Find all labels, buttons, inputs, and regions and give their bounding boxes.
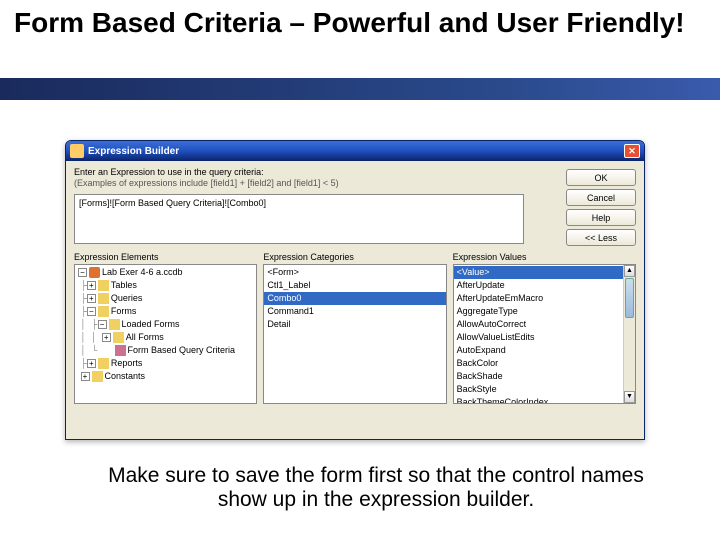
elements-label: Expression Elements bbox=[74, 252, 257, 262]
list-item[interactable]: <Form> bbox=[264, 266, 445, 279]
list-item[interactable]: BackShade bbox=[454, 370, 635, 383]
categories-label: Expression Categories bbox=[263, 252, 446, 262]
list-item[interactable]: AggregateType bbox=[454, 305, 635, 318]
help-button[interactable]: Help bbox=[566, 209, 636, 226]
list-item[interactable]: AllowAutoCorrect bbox=[454, 318, 635, 331]
values-label: Expression Values bbox=[453, 252, 636, 262]
categories-list[interactable]: <Form> Ctl1_Label Combo0 Command1 Detail bbox=[263, 264, 446, 404]
tree-queries[interactable]: ├+Queries bbox=[75, 292, 256, 305]
tree-tables[interactable]: ├+Tables bbox=[75, 279, 256, 292]
title-underline bbox=[0, 78, 720, 100]
values-scrollbar[interactable]: ▲ ▼ bbox=[623, 265, 635, 403]
tree-current-form[interactable]: │ └ Form Based Query Criteria bbox=[75, 344, 256, 357]
title-band: Form Based Criteria – Powerful and User … bbox=[0, 0, 720, 100]
tree-reports[interactable]: ├+Reports bbox=[75, 357, 256, 370]
list-item[interactable]: AllowValueListEdits bbox=[454, 331, 635, 344]
list-item[interactable]: Ctl1_Label bbox=[264, 279, 445, 292]
list-item[interactable]: AutoExpand bbox=[454, 344, 635, 357]
ok-button[interactable]: OK bbox=[566, 169, 636, 186]
cancel-button[interactable]: Cancel bbox=[566, 189, 636, 206]
list-item[interactable]: Command1 bbox=[264, 305, 445, 318]
less-button[interactable]: << Less bbox=[566, 229, 636, 246]
scrollbar-thumb[interactable] bbox=[625, 278, 634, 318]
list-item[interactable]: BackThemeColorIndex bbox=[454, 396, 635, 404]
example-text: (Examples of expressions include [field1… bbox=[74, 178, 636, 188]
values-list[interactable]: <Value> AfterUpdate AfterUpdateEmMacro A… bbox=[453, 264, 636, 404]
tree-forms[interactable]: ├−Forms bbox=[75, 305, 256, 318]
scroll-up-arrow-icon[interactable]: ▲ bbox=[624, 265, 635, 277]
dialog-title: Expression Builder bbox=[88, 146, 179, 157]
prompt-text: Enter an Expression to use in the query … bbox=[74, 167, 636, 177]
elements-tree[interactable]: −Lab Exer 4-6 a.ccdb ├+Tables ├+Queries … bbox=[74, 264, 257, 404]
tree-all-forms[interactable]: │ │ +All Forms bbox=[75, 331, 256, 344]
expression-value: [Forms]![Form Based Query Criteria]![Com… bbox=[79, 198, 266, 208]
app-icon bbox=[70, 144, 84, 158]
tree-loaded-forms[interactable]: │ ├−Loaded Forms bbox=[75, 318, 256, 331]
slide-title: Form Based Criteria – Powerful and User … bbox=[14, 8, 685, 39]
dialog-titlebar[interactable]: Expression Builder ✕ bbox=[66, 141, 644, 161]
list-item[interactable]: BackColor bbox=[454, 357, 635, 370]
list-item-selected[interactable]: <Value> bbox=[454, 266, 635, 279]
tree-root[interactable]: −Lab Exer 4-6 a.ccdb bbox=[75, 266, 256, 279]
expression-builder-dialog: Expression Builder ✕ Enter an Expression… bbox=[65, 140, 645, 440]
list-item[interactable]: AfterUpdateEmMacro bbox=[454, 292, 635, 305]
expression-textbox[interactable]: [Forms]![Form Based Query Criteria]![Com… bbox=[74, 194, 524, 244]
list-item[interactable]: BackStyle bbox=[454, 383, 635, 396]
list-item[interactable]: AfterUpdate bbox=[454, 279, 635, 292]
scroll-down-arrow-icon[interactable]: ▼ bbox=[624, 391, 635, 403]
list-item[interactable]: Detail bbox=[264, 318, 445, 331]
tree-constants[interactable]: +Constants bbox=[75, 370, 256, 383]
close-button[interactable]: ✕ bbox=[624, 144, 640, 158]
slide-caption: Make sure to save the form first so that… bbox=[92, 464, 660, 512]
list-item-selected[interactable]: Combo0 bbox=[264, 292, 445, 305]
